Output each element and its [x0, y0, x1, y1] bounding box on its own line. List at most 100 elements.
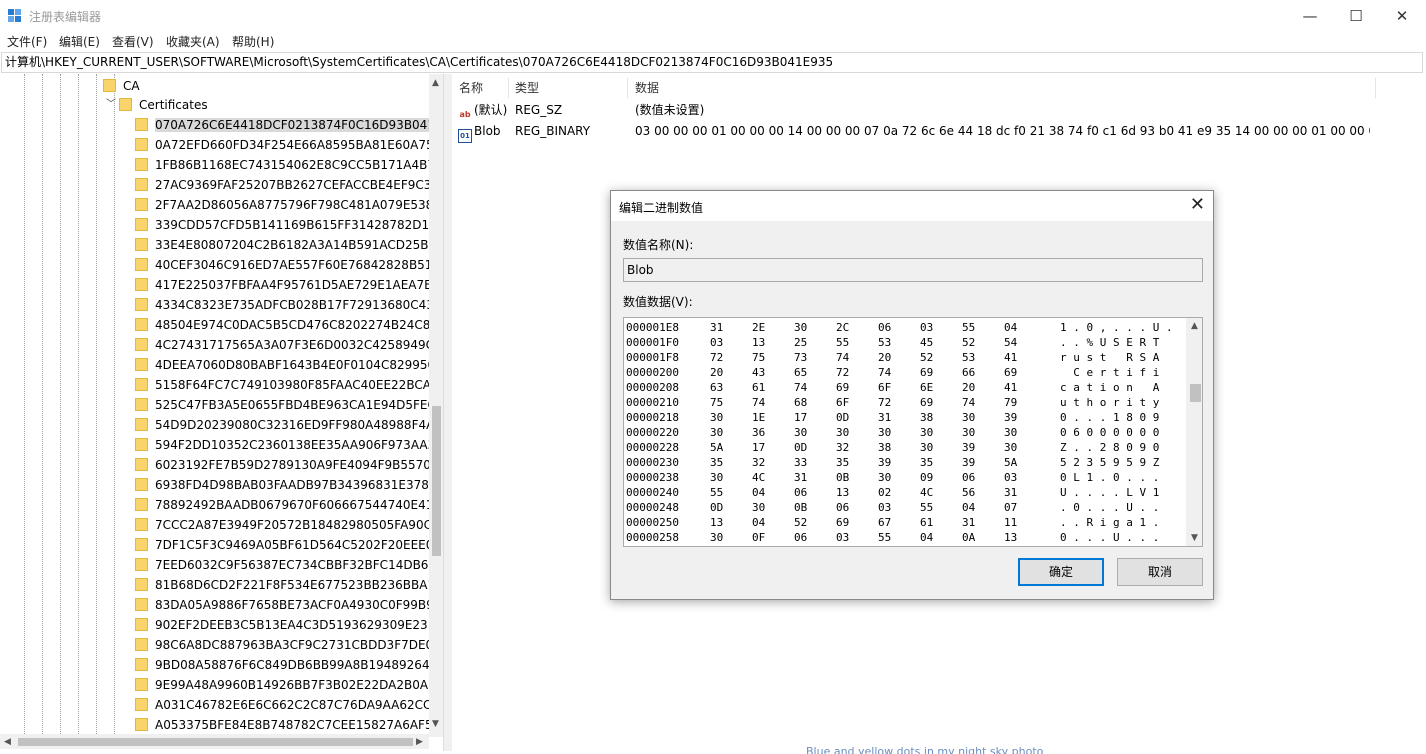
tree-node-certificate-key[interactable]: 417E225037FBFAA4F95761D5AE729E1AEA7E3A4 [135, 275, 443, 295]
hex-byte: 32 [752, 456, 766, 469]
tree-node-certificate-key[interactable]: A031C46782E6E6C662C2C87C76DA9AA62CCAB [135, 695, 443, 715]
tree-node-certificate-key[interactable]: 33E4E80807204C2B6182A3A14B591ACD25B5F0 [135, 235, 443, 255]
hex-byte: 52 [920, 351, 934, 364]
address-bar[interactable]: 计算机\HKEY_CURRENT_USER\SOFTWARE\Microsoft… [1, 52, 1423, 73]
menu-file[interactable]: 文件(F) [7, 33, 47, 50]
hex-byte: 39 [962, 456, 976, 469]
tree-node-certificate-key[interactable]: 2F7AA2D86056A8775796F798C481A079E538E0 [135, 195, 443, 215]
close-button[interactable]: ✕ [1379, 0, 1425, 31]
menu-favorites[interactable]: 收藏夹(A) [166, 33, 220, 50]
hex-byte: 25 [794, 336, 808, 349]
hex-vertical-scrollbar[interactable] [1186, 318, 1202, 546]
hex-byte: 4C [752, 471, 766, 484]
chevron-down-icon[interactable]: ﹀ [106, 95, 116, 115]
tree-node-certificate-key[interactable]: 6938FD4D98BAB03FAADB97B34396831E3780AE [135, 475, 443, 495]
tree-node-certificate-key[interactable]: 83DA05A9886F7658BE73ACF0A4930C0F99B92F [135, 595, 443, 615]
tree-horizontal-scroll-thumb[interactable] [18, 738, 413, 746]
hex-ascii: Z . . 2 8 0 9 0 [1060, 441, 1160, 454]
hex-byte: 66 [962, 366, 976, 379]
string-value-icon: ab [459, 110, 471, 119]
folder-icon [135, 438, 148, 451]
hex-byte: 0B [836, 471, 850, 484]
hex-editor[interactable]: 000001E8 31 2E 30 2C 06 03 55 04 1 . 0 , . . . U … [623, 317, 1203, 547]
hex-byte: 0D [836, 411, 850, 424]
maximize-button[interactable]: ☐ [1333, 0, 1379, 31]
hex-byte: 06 [794, 486, 808, 499]
hex-byte: 55 [962, 321, 976, 334]
value-row-default[interactable]: ab (默认) [458, 100, 507, 120]
tree-node-certificate-key[interactable]: 40CEF3046C916ED7AE557F60E76842828B51DE5 [135, 255, 443, 275]
hex-byte: 5A [1004, 456, 1018, 469]
tree-node-certificate-key[interactable]: 4DEEA7060D80BABF1643B4E0F0104C82995075 [135, 355, 443, 375]
tree-guide-line [78, 74, 79, 734]
hex-byte: 35 [836, 456, 850, 469]
menu-view[interactable]: 查看(V) [112, 33, 154, 50]
scroll-up-arrow-icon[interactable]: ▲ [1191, 321, 1198, 331]
tree-node-certificate-key[interactable]: 7DF1C5F3C9469A05BF61D564C5202F20EEE0727 [135, 535, 443, 555]
tree-node-certificate-key[interactable]: 1FB86B1168EC743154062E8C9CC5B171A4B7C [135, 155, 443, 175]
tree-node-certificates[interactable]: ﹀ Certificates [106, 95, 208, 115]
tree-node-certificate-key[interactable]: 594F2DD10352C2360138EE35AA906F973AA30B [135, 435, 443, 455]
hex-byte: 04 [752, 516, 766, 529]
tree-node-certificate-key[interactable]: 7CCC2A87E3949F20572B18482980505FA90CAC [135, 515, 443, 535]
menu-help[interactable]: 帮助(H) [232, 33, 274, 50]
column-header-name[interactable]: 名称 [459, 79, 483, 96]
hex-byte: 30 [836, 426, 850, 439]
tree-node-certificate-key[interactable]: 78892492BAADB0679670F606667544740E416C [135, 495, 443, 515]
hex-byte: 68 [794, 396, 808, 409]
tree-node-ca[interactable]: CA [103, 76, 140, 96]
tree-node-certificate-key[interactable]: 0A72EFD660FD34F254E66A8595BA81E60A754E6 [135, 135, 443, 155]
pane-splitter[interactable] [444, 74, 452, 751]
hex-byte: 2E [752, 321, 766, 334]
scroll-down-arrow-icon[interactable]: ▼ [432, 719, 439, 729]
folder-icon [135, 458, 148, 471]
column-header-data[interactable]: 数据 [635, 79, 659, 96]
value-data: (数值未设置) [635, 103, 705, 117]
tree-node-certificate-key[interactable]: 81B68D6CD2F221F8F534E677523BB236BBA1DC [135, 575, 443, 595]
column-separator[interactable] [508, 78, 509, 98]
hex-address: 00000210 [626, 396, 679, 409]
tree-node-certificate-key[interactable]: 525C47FB3A5E0655FBD4BE963CA1E94D5FECB4 [135, 395, 443, 415]
hex-byte: 45 [920, 336, 934, 349]
scroll-down-arrow-icon[interactable]: ▼ [1191, 533, 1198, 543]
tree-node-certificate-key[interactable]: 4C27431717565A3A07F3E6D0032C4258949CF9B [135, 335, 443, 355]
scroll-right-arrow-icon[interactable]: ▶ [416, 737, 423, 747]
column-separator[interactable] [1375, 78, 1376, 98]
ok-button[interactable]: 确定 [1018, 558, 1104, 586]
cancel-button[interactable]: 取消 [1117, 558, 1203, 586]
tree-node-certificate-key[interactable]: 98C6A8DC887963BA3CF9C2731CBDD3F7DE05A [135, 635, 443, 655]
hex-byte: 0F [752, 531, 766, 544]
tree-node-certificate-key[interactable]: 4334C8323E735ADFCB028B17F72913680C43DD [135, 295, 443, 315]
tree-node-certificate-key[interactable]: 5158F64FC7C749103980F85FAAC40EE22BCA870 [135, 375, 443, 395]
menu-edit[interactable]: 编辑(E) [59, 33, 100, 50]
value-row-blob[interactable]: 01 Blob [458, 121, 501, 143]
hex-byte: 06 [878, 321, 892, 334]
background-window-text: Blue and yellow dots in my night sky pho… [806, 745, 1044, 754]
tree-node-certificate-key[interactable]: 54D9D20239080C32316ED9FF980A48988F4ADF [135, 415, 443, 435]
tree-node-certificate-key[interactable]: 48504E974C0DAC5B5CD476C8202274B24C8C7 [135, 315, 443, 335]
tree-vertical-scroll-thumb[interactable] [432, 406, 441, 556]
column-header-type[interactable]: 类型 [515, 79, 539, 96]
hex-byte: 20 [710, 366, 724, 379]
tree-node-certificate-key[interactable]: 070A726C6E4418DCF0213874F0C16D93B041E935 [135, 115, 443, 135]
hex-scroll-thumb[interactable] [1190, 384, 1201, 402]
value-name-field[interactable]: Blob [623, 258, 1203, 282]
key-tree[interactable]: CA ﹀ Certificates 070A726C6E4418DCF02138… [0, 74, 444, 751]
tree-node-certificate-key[interactable]: 339CDD57CFD5B141169B615FF31428782D1DA6 [135, 215, 443, 235]
dialog-close-button[interactable]: ✕ [1190, 194, 1205, 215]
hex-byte: 31 [1004, 486, 1018, 499]
tree-node-certificate-key[interactable]: 27AC9369FAF25207BB2627CEFACCBE4EF9C319 [135, 175, 443, 195]
folder-icon [135, 598, 148, 611]
tree-node-certificate-key[interactable]: 9E99A48A9960B14926BB7F3B02E22DA2B0AB72 [135, 675, 443, 695]
tree-node-certificate-key[interactable]: 7EED6032C9F56387EC734CBBF32BFC14DB6DE0 [135, 555, 443, 575]
column-separator[interactable] [627, 78, 628, 98]
scroll-left-arrow-icon[interactable]: ◀ [4, 737, 11, 747]
tree-node-certificate-key[interactable]: 902EF2DEEB3C5B13EA4C3D5193629309E231AE [135, 615, 443, 635]
minimize-button[interactable]: — [1287, 0, 1333, 31]
folder-icon [135, 538, 148, 551]
menu-bar: 文件(F) 编辑(E) 查看(V) 收藏夹(A) 帮助(H) [0, 31, 1426, 51]
tree-node-certificate-key[interactable]: 6023192FE7B59D2789130A9FE4094F9B5570D4A [135, 455, 443, 475]
tree-node-certificate-key[interactable]: 9BD08A58876F6C849DB6BB99A8B1948926478 [135, 655, 443, 675]
scroll-up-arrow-icon[interactable]: ▲ [432, 78, 439, 88]
tree-node-certificate-key[interactable]: A053375BFE84E8B748782C7CEE15827A6AF5A4 [135, 715, 443, 735]
